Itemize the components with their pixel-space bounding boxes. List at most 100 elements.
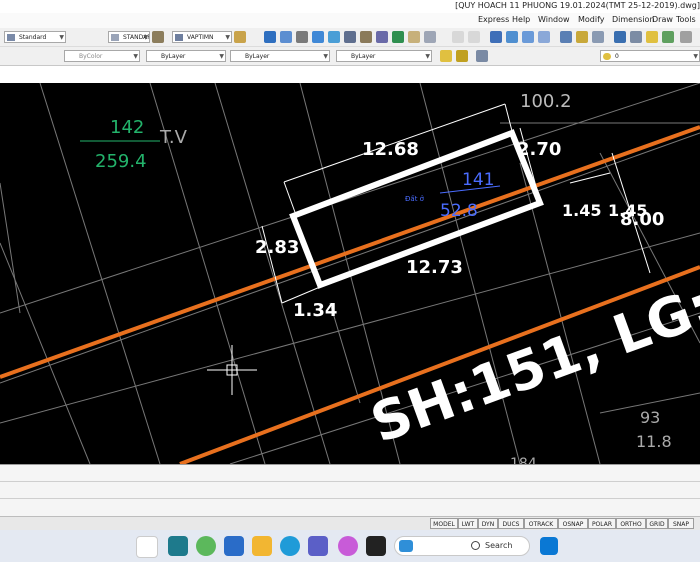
copilot-app-icon[interactable] — [338, 536, 358, 556]
toolbar-icon-1[interactable] — [264, 31, 276, 43]
layer-freeze-icon[interactable] — [456, 50, 468, 62]
label-tv: T.V — [159, 127, 188, 148]
search-icon — [471, 541, 480, 550]
dim-12-68: 12.68 — [362, 139, 419, 160]
status-grid[interactable]: GRID — [646, 518, 668, 529]
dim-1-45-a: 1.45 — [562, 201, 601, 220]
app-icon-green[interactable] — [196, 536, 216, 556]
plotstyle-combo[interactable]: ByColor ▼ — [64, 50, 140, 62]
save-icon[interactable] — [614, 31, 626, 43]
dim-8-00: 8.00 — [620, 209, 664, 230]
lightbulb-icon — [603, 53, 611, 60]
zoom-window-icon[interactable] — [522, 31, 534, 43]
status-polar[interactable]: POLAR — [588, 518, 616, 529]
status-bar: SNAP GRID ORTHO POLAR OSNAP OTRACK DUCS … — [0, 516, 700, 531]
layer-combo[interactable]: 0 ▼ — [600, 50, 700, 62]
toolbar-icon-8[interactable] — [376, 31, 388, 43]
toolbar-icon-5[interactable] — [328, 31, 340, 43]
pan-icon[interactable] — [490, 31, 502, 43]
status-lwt[interactable]: LWT — [458, 518, 478, 529]
app-icon-dark[interactable] — [366, 536, 386, 556]
taskbar: Search — [0, 530, 700, 562]
zoom-realtime-icon[interactable] — [506, 31, 518, 43]
dim-style-combo[interactable]: STANDARD▼ — [108, 31, 150, 43]
menu-dimension[interactable]: Dimension — [612, 13, 655, 27]
chevron-down-icon: ▼ — [133, 53, 138, 60]
copilot-icon[interactable] — [136, 536, 158, 558]
chevron-down-icon: ▼ — [219, 53, 224, 60]
drawing-canvas[interactable]: 100.2 T.V 142 259.4 12.68 2.70 1.45 1.45… — [0, 83, 700, 464]
text-style-button[interactable] — [234, 31, 246, 43]
layer-value: 0 — [615, 53, 619, 60]
lot-note: Đất ở — [405, 195, 425, 203]
teams-icon[interactable] — [308, 536, 328, 556]
autocad-icon[interactable] — [168, 536, 188, 556]
menu-window[interactable]: Window — [538, 13, 570, 27]
color-combo[interactable]: ByLayer ▼ — [336, 50, 432, 62]
status-otrack[interactable]: OTRACK — [524, 518, 558, 529]
command-window[interactable] — [0, 464, 700, 517]
linetype-value: ByLayer — [245, 53, 270, 60]
undo-icon[interactable] — [452, 31, 464, 43]
title-bar: [QUY HOACH 11 PHUONG 19.01.2024(TMT 25-1… — [0, 0, 700, 14]
menu-modify[interactable]: Modify — [578, 13, 605, 27]
toolbar-icon-14[interactable] — [592, 31, 604, 43]
toolbar-icon-7[interactable] — [360, 31, 372, 43]
linetype-combo[interactable]: ByLayer ▼ — [230, 50, 330, 62]
search-highlight-icon — [399, 540, 413, 552]
toolbar-icon-10[interactable] — [408, 31, 420, 43]
status-ortho[interactable]: ORTHO — [616, 518, 646, 529]
toolbar-icon-3[interactable] — [296, 31, 308, 43]
toolbar-icon-13[interactable] — [576, 31, 588, 43]
toolbar-icon-6[interactable] — [344, 31, 356, 43]
font-value: VAPTIMN — [187, 34, 214, 41]
toolbar-icon-12[interactable] — [560, 31, 572, 43]
menu-draw[interactable]: Draw — [652, 13, 673, 27]
status-model[interactable]: MODEL — [430, 518, 458, 529]
chevron-down-icon: ▼ — [143, 34, 148, 41]
search-placeholder: Search — [485, 541, 513, 550]
menu-express[interactable]: Express — [478, 13, 509, 27]
toolbar-icon-11[interactable] — [424, 31, 436, 43]
toolbar-icon-15[interactable] — [662, 31, 674, 43]
toolbar-icon-4[interactable] — [312, 31, 324, 43]
layer-state-icon[interactable] — [440, 50, 452, 62]
lineweight-combo[interactable]: ByLayer ▼ — [146, 50, 226, 62]
dim-style-button[interactable] — [152, 31, 164, 43]
layer-manager-icon[interactable] — [476, 50, 488, 62]
command-history-line — [0, 481, 700, 482]
status-snap[interactable]: SNAP — [668, 518, 694, 529]
search-box[interactable]: Search — [394, 536, 530, 556]
fraction-top: 142 — [110, 117, 144, 138]
zoom-previous-icon[interactable] — [538, 31, 550, 43]
chevron-down-icon: ▼ — [323, 53, 328, 60]
status-osnap[interactable]: OSNAP — [558, 518, 588, 529]
edge-icon[interactable] — [280, 536, 300, 556]
lightbulb-icon[interactable] — [646, 31, 658, 43]
dim-12-73: 12.73 — [406, 257, 463, 278]
windows-start-icon[interactable] — [540, 537, 558, 555]
status-dyn[interactable]: DYN — [478, 518, 498, 529]
chevron-down-icon: ▼ — [59, 34, 64, 41]
fraction-bottom: 259.4 — [95, 151, 147, 172]
font-combo[interactable]: VAPTIMN ▼ — [172, 31, 232, 43]
drawing-svg: 100.2 T.V 142 259.4 12.68 2.70 1.45 1.45… — [0, 83, 700, 464]
menu-tools[interactable]: Tools — [676, 13, 696, 27]
toolbar-spacer — [0, 66, 700, 83]
command-input-line — [0, 498, 700, 499]
text-style-combo[interactable]: Standard ▼ — [4, 31, 66, 43]
toolbar-icon-9[interactable] — [392, 31, 404, 43]
toolbar-icon-2[interactable] — [280, 31, 292, 43]
print-icon[interactable] — [630, 31, 642, 43]
status-ducs[interactable]: DUCS — [498, 518, 524, 529]
toolbar-styles: Standard ▼ STANDARD▼ VAPTIMN ▼ — [0, 28, 700, 47]
folder-icon[interactable] — [252, 536, 272, 556]
menu-help[interactable]: Help — [512, 13, 530, 27]
corner-93: 93 — [640, 408, 660, 427]
redo-icon[interactable] — [468, 31, 480, 43]
mail-icon[interactable] — [224, 536, 244, 556]
text-style-icon — [7, 34, 15, 41]
toolbar-icon-16[interactable] — [680, 31, 692, 43]
corner-11-8: 11.8 — [636, 432, 672, 451]
chevron-down-icon: ▼ — [425, 53, 430, 60]
